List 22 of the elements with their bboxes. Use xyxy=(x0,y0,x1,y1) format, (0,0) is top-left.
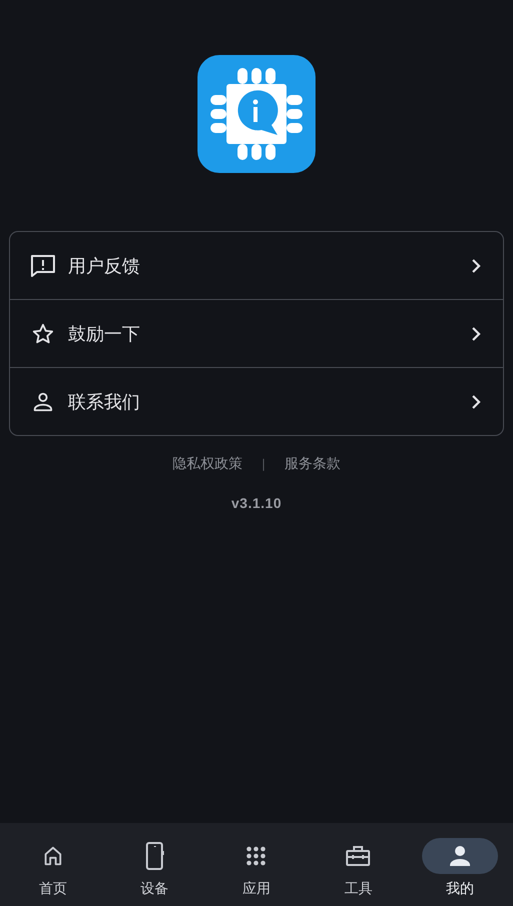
phone-icon xyxy=(144,842,165,870)
feedback-icon xyxy=(30,254,56,278)
person-icon xyxy=(32,390,54,412)
nav-tab[interactable]: 我的 xyxy=(409,823,511,906)
menu-item[interactable]: 鼓励一下 xyxy=(10,299,503,367)
menu-item[interactable]: 联系我们 xyxy=(10,367,503,435)
toolbox-icon xyxy=(345,845,372,867)
chevron-right-icon xyxy=(471,258,481,274)
grid-icon xyxy=(245,845,268,867)
chevron-right-icon xyxy=(471,326,481,342)
version-label: v3.1.10 xyxy=(231,495,282,511)
nav-tab[interactable]: 首页 xyxy=(2,823,104,906)
nav-tab[interactable]: 应用 xyxy=(206,823,308,906)
footer-link[interactable]: 服务条款 xyxy=(284,455,341,473)
separator: | xyxy=(261,457,266,471)
chevron-right-icon xyxy=(471,394,481,410)
person-icon xyxy=(448,845,472,867)
footer-link[interactable]: 隐私权政策 xyxy=(172,455,242,473)
menu-item[interactable]: 用户反馈 xyxy=(10,232,503,299)
nav-tab[interactable]: 工具 xyxy=(307,823,410,906)
star-icon xyxy=(32,322,54,344)
nav-tab[interactable]: 设备 xyxy=(104,823,206,906)
